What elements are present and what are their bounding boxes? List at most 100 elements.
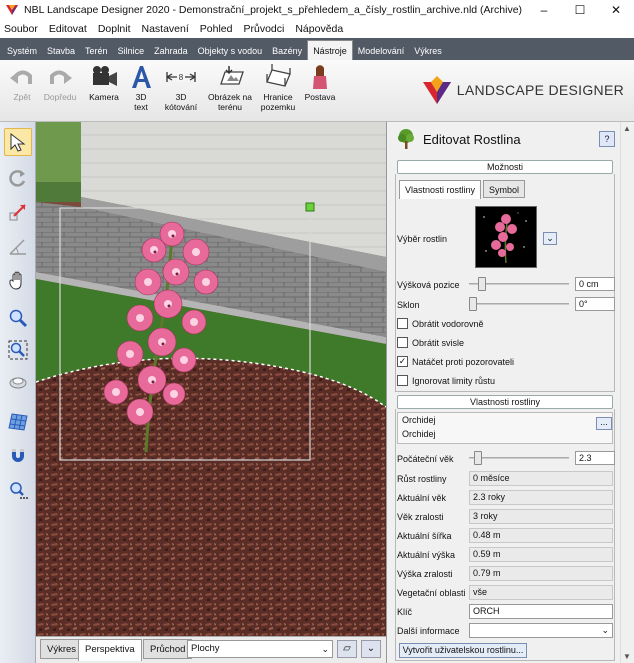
- panel-title: Editovat Rostlina: [423, 131, 521, 147]
- more-info-select[interactable]: ⌄: [469, 623, 613, 638]
- zoom-extents-tool[interactable]: [4, 336, 32, 364]
- zoom-tool[interactable]: [4, 304, 32, 332]
- maximize-button[interactable]: ☐: [562, 3, 598, 17]
- checkbox-box[interactable]: [397, 337, 408, 348]
- text-3d-button[interactable]: 3D text: [128, 64, 154, 112]
- more-info-label: Další informace: [397, 626, 460, 636]
- back-button[interactable]: Zpět: [6, 64, 38, 102]
- tab-system[interactable]: Systém: [2, 42, 42, 60]
- species-browse-button[interactable]: ...: [596, 417, 612, 430]
- forward-button[interactable]: Dopředu: [42, 64, 78, 102]
- angle-tool[interactable]: [4, 232, 32, 260]
- checkbox-box[interactable]: [397, 318, 408, 329]
- start-age-slider[interactable]: [469, 451, 569, 465]
- help-button[interactable]: ?: [599, 131, 615, 147]
- tab-symbol[interactable]: Symbol: [483, 180, 526, 198]
- menu-nastaveni[interactable]: Nastavení: [142, 23, 189, 35]
- tab-silnice[interactable]: Silnice: [113, 42, 150, 60]
- tab-objekty-s-vodou[interactable]: Objekty s vodou: [193, 42, 268, 60]
- key-input[interactable]: ORCH: [469, 604, 613, 619]
- menu-pruvodci[interactable]: Průvodci: [243, 23, 284, 35]
- menu-soubor[interactable]: Soubor: [4, 23, 38, 35]
- hand-icon: [9, 271, 22, 290]
- grid-tool[interactable]: [4, 408, 32, 436]
- tab-modelovani[interactable]: Modelování: [353, 42, 410, 60]
- tab-vykres[interactable]: Výkres: [409, 42, 447, 60]
- menu-bar: Soubor Editovat Doplnit Nastavení Pohled…: [0, 20, 634, 38]
- app-logo-icon: [6, 5, 18, 15]
- field-label-current-height: Aktuální výška: [397, 550, 456, 560]
- terrain-image-icon: [220, 66, 244, 85]
- selection-handle[interactable]: [305, 202, 315, 212]
- flip-vertical-checkbox[interactable]: Obrátit svisle: [397, 337, 464, 348]
- start-age-label: Počáteční věk: [397, 454, 454, 464]
- dimension-icon: 8: [166, 72, 196, 82]
- height-position-input[interactable]: 0 cm: [575, 277, 615, 291]
- figure-button[interactable]: Postava: [302, 64, 338, 102]
- zoom-extents-icon: [8, 340, 28, 360]
- menu-editovat[interactable]: Editovat: [49, 23, 87, 35]
- plant-thumbnail[interactable]: [475, 206, 537, 268]
- parcel-border-icon: [266, 64, 291, 87]
- menu-pohled[interactable]: Pohled: [200, 23, 233, 35]
- panel-scrollbar[interactable]: ▲ ▼: [620, 122, 634, 663]
- tab-nastroje[interactable]: Nástroje: [307, 40, 353, 60]
- camera-button[interactable]: Kamera: [86, 64, 122, 102]
- minimize-button[interactable]: –: [526, 3, 562, 17]
- create-custom-plant-button[interactable]: Vytvořit uživatelskou rostlinu...: [399, 643, 527, 658]
- tab-bazeny[interactable]: Bazény: [267, 42, 307, 60]
- camera-icon: [93, 66, 117, 86]
- tilt-slider[interactable]: [469, 297, 569, 311]
- tab-zahrada[interactable]: Zahrada: [149, 42, 193, 60]
- zoom-more-icon: [10, 482, 28, 499]
- landscape-designer-logo: LANDSCAPE DESIGNER: [421, 74, 624, 106]
- parcel-border-button[interactable]: Hranice pozemku: [258, 64, 298, 112]
- start-age-input[interactable]: 2.3: [575, 451, 615, 465]
- tab-plant-properties[interactable]: Vlastnosti rostliny: [399, 180, 482, 199]
- orbit-tool[interactable]: [4, 368, 32, 396]
- menu-doplnit[interactable]: Doplnit: [98, 23, 131, 35]
- dimension-3d-button[interactable]: 8 3D kótování: [160, 64, 202, 112]
- tab-teren[interactable]: Terén: [80, 42, 113, 60]
- layer-select[interactable]: Plochy ⌄: [187, 640, 333, 658]
- select-tool[interactable]: [4, 128, 32, 156]
- flip-horizontal-checkbox[interactable]: Obrátit vodorovně: [397, 318, 484, 329]
- rotate-tool[interactable]: [4, 164, 32, 192]
- chevron-down-icon: ⌄: [601, 625, 609, 635]
- checkbox-box[interactable]: ✓: [397, 356, 408, 367]
- field-label-vegetation-zones: Vegetační oblasti: [397, 588, 466, 598]
- pan-tool[interactable]: [4, 266, 32, 294]
- logo-text: LANDSCAPE DESIGNER: [456, 82, 624, 98]
- terrain-image-button[interactable]: Obrázek na terénu: [204, 64, 256, 112]
- logo-icon: [422, 76, 451, 104]
- height-position-slider[interactable]: [469, 277, 569, 291]
- checkbox-box[interactable]: [397, 375, 408, 386]
- field-value-current-height: 0.59 m: [469, 547, 613, 562]
- scroll-down-icon[interactable]: ▼: [623, 652, 631, 661]
- face-viewer-checkbox[interactable]: ✓ Natáčet proti pozorovateli: [397, 356, 514, 367]
- options-section-header[interactable]: Možnosti: [397, 160, 613, 174]
- grid-icon: [8, 413, 28, 431]
- tab-perspektiva[interactable]: Perspektiva: [78, 639, 142, 661]
- person-icon: [313, 65, 327, 89]
- layers-button[interactable]: ▱: [337, 640, 357, 658]
- plant-properties-section-header[interactable]: Vlastnosti rostliny: [397, 395, 613, 409]
- scroll-up-icon[interactable]: ▲: [623, 124, 631, 133]
- plant-select-dropdown[interactable]: ⌄: [543, 232, 557, 245]
- chevron-down-icon: ⌄: [321, 644, 329, 654]
- tab-vykres-view[interactable]: Výkres: [40, 639, 84, 659]
- close-button[interactable]: ✕: [598, 3, 634, 17]
- perspective-viewport[interactable]: [36, 122, 386, 636]
- tab-pruchod[interactable]: Průchod: [143, 639, 193, 659]
- scale-tool[interactable]: [4, 198, 32, 226]
- dimension-icon-value: 8: [179, 73, 184, 82]
- layers-dropdown-button[interactable]: ⌄: [361, 640, 381, 658]
- zoom-more-tool[interactable]: [4, 476, 32, 504]
- magnet-tool[interactable]: [4, 442, 32, 470]
- tab-stavba[interactable]: Stavba: [42, 42, 80, 60]
- scene-render: [36, 122, 386, 636]
- ignore-growth-limits-checkbox[interactable]: Ignorovat limity růstu: [397, 375, 495, 386]
- tilt-input[interactable]: 0°: [575, 297, 615, 311]
- menu-napoveda[interactable]: Nápověda: [295, 23, 343, 35]
- tilt-label: Sklon: [397, 300, 420, 310]
